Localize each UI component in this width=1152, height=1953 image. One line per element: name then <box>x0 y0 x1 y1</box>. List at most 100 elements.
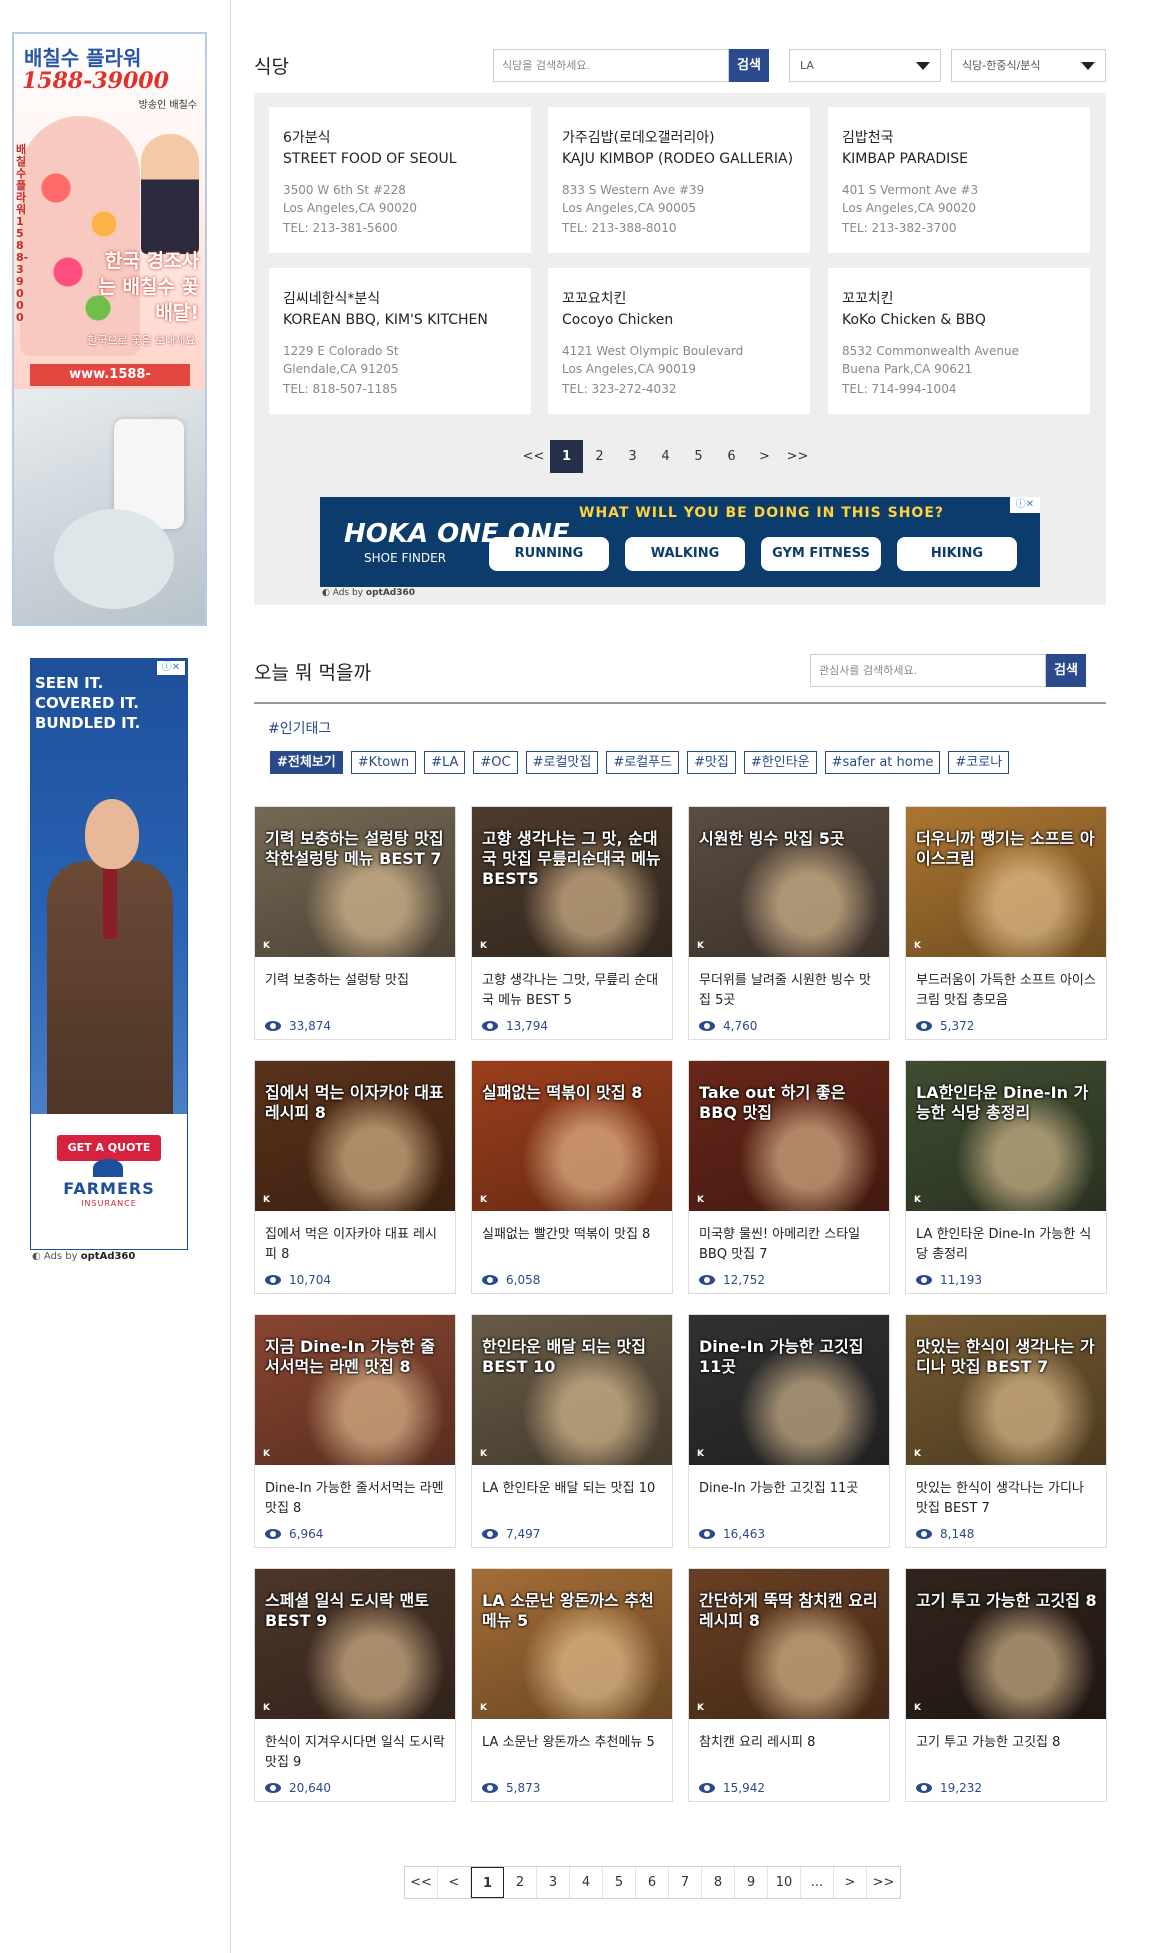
page-3[interactable]: 3 <box>616 440 649 473</box>
page-5[interactable]: 5 <box>603 1867 636 1898</box>
restaurant-card[interactable]: 꼬꼬치킨 KoKo Chicken & BBQ 8532 Commonwealt… <box>828 268 1090 414</box>
food-article-card[interactable]: Take out 하기 좋은 BBQ 맛집 K 미국향 물씬! 아메리칸 스타일 B… <box>688 1060 890 1294</box>
food-article-card[interactable]: 고기 투고 가능한 고깃집 8 K 고기 투고 가능한 고깃집 8 19,232 <box>905 1568 1107 1802</box>
food-thumbnail-image: LA 소문난 왕돈까스 추천메뉴 5 K <box>472 1569 672 1719</box>
restaurant-english-name: KAJU KIMBOP (RODEO GALLERIA) <box>562 151 794 167</box>
food-article-card[interactable]: 스페셜 일식 도시락 맨토 BEST 9 K 한식이 지겨우시다면 일식 도시락 맛… <box>254 1568 456 1802</box>
food-article-card[interactable]: 집에서 먹는 이자카야 대표 레시피 8 K 집에서 먹은 이자카야 대표 레시피 … <box>254 1060 456 1294</box>
page-10[interactable]: 10 <box>768 1867 801 1898</box>
tag-local-restaurants[interactable]: #로컬맛집 <box>525 751 599 774</box>
restaurant-card[interactable]: 김씨네한식*분식 KOREAN BBQ, KIM'S KITCHEN 1229 … <box>269 268 531 414</box>
food-search-button[interactable]: 검색 <box>1046 654 1086 687</box>
tag-oc[interactable]: #OC <box>473 751 518 774</box>
restaurant-korean-name: 꼬꼬치킨 <box>842 291 894 307</box>
view-count: 8,148 <box>916 1527 1096 1541</box>
page-9[interactable]: 9 <box>735 1867 768 1898</box>
column-divider <box>230 0 231 1953</box>
page-3[interactable]: 3 <box>537 1867 570 1898</box>
page-2[interactable]: 2 <box>583 440 616 473</box>
tag-restaurants[interactable]: #맛집 <box>687 751 736 774</box>
tag-corona[interactable]: #코로나 <box>948 751 1010 774</box>
hoka-walking-button[interactable]: WALKING <box>625 537 745 571</box>
restaurant-card[interactable]: 6가분식 STREET FOOD OF SEOUL 3500 W 6th St … <box>269 107 531 253</box>
thumbnail-overlay-text: 맛있는 한식이 생각나는 가디나 맛집 BEST 7 <box>916 1337 1095 1376</box>
page-8[interactable]: 8 <box>702 1867 735 1898</box>
tag-la[interactable]: #LA <box>424 751 466 774</box>
restaurant-card[interactable]: 꼬꼬요치킨 Cocoyo Chicken 4121 West Olympic B… <box>548 268 810 414</box>
page-first[interactable]: << <box>405 1867 438 1898</box>
ad-info-close-icon[interactable]: ⓘ✕ <box>1010 497 1040 513</box>
food-article-card[interactable]: 간단하게 뚝딱 참치캔 요리 레시피 8 K 참치캔 요리 레시피 8 15,942 <box>688 1568 890 1802</box>
hoka-hiking-button[interactable]: HIKING <box>897 537 1017 571</box>
ads-by-label[interactable]: ◐ Ads by optAd360 <box>32 1251 135 1262</box>
page-last[interactable]: >> <box>867 1867 900 1898</box>
food-article-card[interactable]: Dine-In 가능한 고깃집 11곳 K Dine-In 가능한 고깃집 11곳 1… <box>688 1314 890 1548</box>
food-article-card[interactable]: 고향 생각나는 그 맛, 순대국 맛집 무릎리순대국 메뉴 BEST5 K 고향 생… <box>471 806 673 1040</box>
page-ellipsis: ... <box>801 1867 834 1898</box>
k-logo-icon: K <box>480 1195 487 1205</box>
food-article-card[interactable]: 더우니까 땡기는 소프트 아이스크림 K 부드러움이 가득한 소프트 아이스크림 맛… <box>905 806 1107 1040</box>
farmers-emblem-icon <box>93 1159 123 1177</box>
view-count: 20,640 <box>265 1781 445 1795</box>
food-article-title: Dine-In 가능한 줄서서먹는 라멘 맛집 8 <box>265 1481 444 1516</box>
restaurant-card[interactable]: 김밥천국 KIMBAP PARADISE 401 S Vermont Ave #… <box>828 107 1090 253</box>
region-select[interactable]: LA <box>789 49 941 82</box>
food-article-card[interactable]: 기력 보충하는 설렁탕 맛집 착한설렁탕 메뉴 BEST 7 K 기력 보충하는 설… <box>254 806 456 1040</box>
page-2[interactable]: 2 <box>504 1867 537 1898</box>
get-quote-button[interactable]: GET A QUOTE <box>57 1135 161 1161</box>
food-thumbnail-image: 실패없는 떡볶이 맛집 8 K <box>472 1061 672 1211</box>
page-1[interactable]: 1 <box>550 440 583 473</box>
thumbnail-overlay-text: 고기 투고 가능한 고깃집 8 <box>916 1591 1097 1610</box>
food-article-card[interactable]: 실패없는 떡볶이 맛집 8 K 실패없는 빨간맛 떡볶이 맛집 8 6,058 <box>471 1060 673 1294</box>
ad-vertical-text: 배칠수플라워1588-39000 <box>16 143 29 324</box>
hoka-gym-fitness-button[interactable]: GYM FITNESS <box>761 537 881 571</box>
page-first[interactable]: << <box>517 440 550 473</box>
page-next[interactable]: > <box>834 1867 867 1898</box>
ads-by-label[interactable]: ◐ Ads by optAd360 <box>322 588 415 598</box>
tag-koreatown[interactable]: #한인타운 <box>743 751 817 774</box>
page-5[interactable]: 5 <box>682 440 715 473</box>
restaurant-english-name: KIMBAP PARADISE <box>842 151 968 167</box>
tag-all[interactable]: #전체보기 <box>270 751 343 774</box>
popular-tags-title: #인기태그 <box>268 721 332 737</box>
page-6[interactable]: 6 <box>715 440 748 473</box>
food-article-card[interactable]: 지금 Dine-In 가능한 줄서서먹는 라멘 맛집 8 K Dine-In 가능한… <box>254 1314 456 1548</box>
eye-icon <box>482 1021 498 1031</box>
category-select[interactable]: 식당-한중식/분식 <box>951 49 1106 82</box>
view-count: 11,193 <box>916 1273 1096 1287</box>
food-article-title: 고향 생각나는 그맛, 무릎리 순대국 메뉴 BEST 5 <box>482 973 659 1008</box>
food-article-card[interactable]: 시원한 빙수 맛집 5곳 K 무더위를 날려줄 시원한 빙수 맛집 5곳 4,760 <box>688 806 890 1040</box>
restaurant-search-button[interactable]: 검색 <box>729 49 769 82</box>
view-count-value: 20,640 <box>289 1781 331 1795</box>
page-6[interactable]: 6 <box>636 1867 669 1898</box>
eye-icon <box>916 1275 932 1285</box>
food-search-input[interactable]: 관심사를 검색하세요. <box>810 654 1046 687</box>
food-article-title: 실패없는 빨간맛 떡볶이 맛집 8 <box>482 1227 651 1242</box>
page-next[interactable]: > <box>748 440 781 473</box>
insurance-ad[interactable]: ⓘ✕ SEEN IT. COVERED IT. BUNDLED IT. GET … <box>30 658 188 1250</box>
restaurant-search-input[interactable]: 식당을 검색하세요. <box>493 49 729 82</box>
page-7[interactable]: 7 <box>669 1867 702 1898</box>
page-1[interactable]: 1 <box>471 1867 504 1898</box>
food-article-card[interactable]: LA한인타운 Dine-In 가능한 식당 총정리 K LA 한인타운 Dine-I… <box>905 1060 1107 1294</box>
flower-delivery-ad[interactable]: 배칠수 플라워 1588-39000 방송인 배칠수 배칠수플라워1588-39… <box>12 32 207 626</box>
food-article-card[interactable]: 맛있는 한식이 생각나는 가디나 맛집 BEST 7 K 맛있는 한식이 생각나는 … <box>905 1314 1107 1548</box>
tag-ktown[interactable]: #Ktown <box>350 751 417 774</box>
farmers-logo-sub: INSURANCE <box>81 1199 137 1208</box>
restaurant-card[interactable]: 가주김밥(로데오갤러리아) KAJU KIMBOP (RODEO GALLERI… <box>548 107 810 253</box>
food-article-card[interactable]: LA 소문난 왕돈까스 추천메뉴 5 K LA 소문난 왕돈까스 추천메뉴 5 5,8… <box>471 1568 673 1802</box>
restaurant-english-name: STREET FOOD OF SEOUL <box>283 151 457 167</box>
page-4[interactable]: 4 <box>570 1867 603 1898</box>
view-count-value: 12,752 <box>723 1273 765 1287</box>
food-article-card[interactable]: 한인타운 배달 되는 맛집 BEST 10 K LA 한인타운 배달 되는 맛집 1… <box>471 1314 673 1548</box>
tag-safer-at-home[interactable]: #safer at home <box>824 751 941 774</box>
page-last[interactable]: >> <box>781 440 814 473</box>
page-4[interactable]: 4 <box>649 440 682 473</box>
food-thumbnail-image: 시원한 빙수 맛집 5곳 K <box>689 807 889 957</box>
page-prev[interactable]: < <box>438 1867 471 1898</box>
hoka-shoe-ad[interactable]: HOKA ONE ONE SHOE FINDER WHAT WILL YOU B… <box>320 497 1040 587</box>
tag-local-food[interactable]: #로컬푸드 <box>606 751 680 774</box>
eye-icon <box>699 1783 715 1793</box>
k-logo-icon: K <box>263 1449 270 1459</box>
hoka-running-button[interactable]: RUNNING <box>489 537 609 571</box>
